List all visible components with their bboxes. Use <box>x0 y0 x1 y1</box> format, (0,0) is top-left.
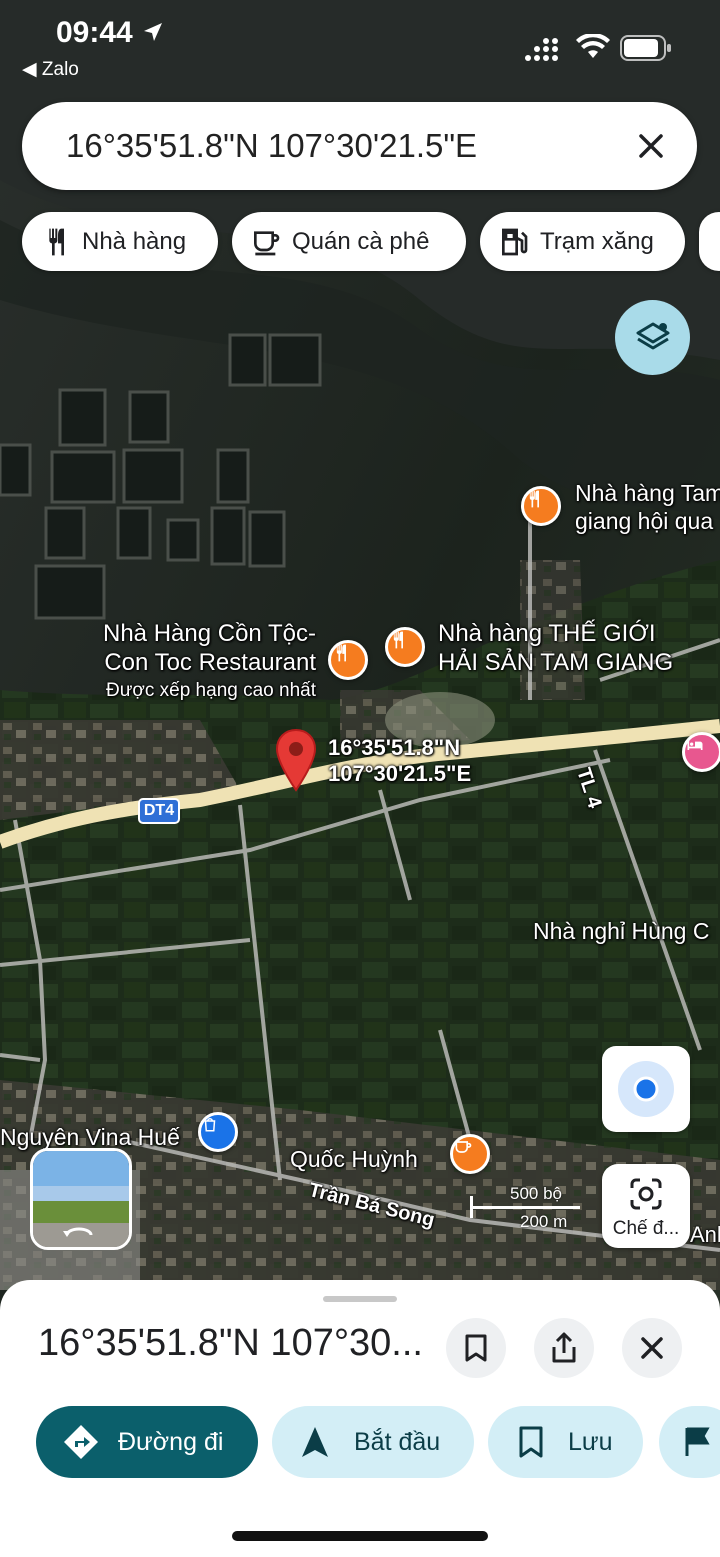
restaurant-marker-icon[interactable] <box>521 486 561 526</box>
chip-label: Quán cà phê <box>292 227 430 255</box>
battery-icon <box>620 35 671 61</box>
place-label-line: giang hội qua <box>575 507 714 534</box>
pin-label-line: 107°30'21.5"E <box>328 761 472 787</box>
place-rating-note: Được xếp hạng cao nhất <box>105 679 316 701</box>
chip-gas-station[interactable]: Trạm xăng <box>480 212 685 271</box>
road-shield-dt4: DT4 <box>138 798 180 824</box>
shopping-marker-icon[interactable] <box>198 1112 238 1152</box>
place-label[interactable]: Nhà nghỉ Hùng C <box>533 918 709 946</box>
location-arrow-icon <box>144 23 163 41</box>
layers-icon <box>636 322 669 349</box>
place-label-line: HẢI SẢN TAM GIANG <box>438 648 674 676</box>
layers-button[interactable] <box>615 300 690 375</box>
start-button[interactable]: Bắt đầu <box>272 1406 474 1478</box>
restaurant-icon <box>49 228 64 255</box>
action-label: Lưu <box>568 1427 613 1456</box>
cafe-marker-icon[interactable] <box>450 1134 490 1174</box>
pin-label-line: 16°35'51.8"N <box>328 735 461 760</box>
back-to-app[interactable]: ◀ Zalo <box>22 58 79 81</box>
restaurant-marker-icon[interactable] <box>385 627 425 667</box>
status-time: 09:44 <box>56 16 165 50</box>
my-location-icon <box>618 1061 674 1117</box>
save-button[interactable]: Lưu <box>488 1406 643 1478</box>
home-indicator[interactable] <box>232 1531 488 1541</box>
hotel-marker-icon[interactable] <box>682 732 720 772</box>
place-label-line: Nhà hàng THẾ GIỚI <box>438 620 656 647</box>
wifi-icon <box>576 34 610 58</box>
more-actions-button[interactable] <box>659 1406 720 1478</box>
flag-icon <box>685 1427 710 1456</box>
chip-label: Nhà hàng <box>82 227 187 255</box>
action-label: Bắt đầu <box>354 1427 441 1456</box>
save-bookmark-button[interactable] <box>446 1318 506 1378</box>
back-app-label: Zalo <box>41 59 79 80</box>
pin-coordinates-label: 16°35'51.8"N 107°30'21.5"E <box>328 735 471 788</box>
coffee-icon <box>254 230 280 255</box>
chip-more[interactable] <box>699 212 720 271</box>
restaurant-marker-icon[interactable] <box>328 640 368 680</box>
place-label[interactable]: Anh <box>690 1222 720 1248</box>
bookmark-icon <box>519 1426 543 1458</box>
street-view-thumbnail[interactable] <box>30 1148 132 1250</box>
navigation-icon <box>302 1427 328 1457</box>
place-label[interactable]: Nhà Hàng Cồn Tộc- Con Toc Restaurant Đượ… <box>84 620 316 702</box>
place-label[interactable]: Quốc Huỳnh <box>290 1146 418 1174</box>
signal-icon <box>525 38 558 61</box>
camera-lens-icon <box>630 1178 662 1210</box>
street-view-preview <box>33 1151 129 1247</box>
place-label-line: Nhà Hàng Cồn Tộc- <box>103 620 316 647</box>
chip-label: Trạm xăng <box>540 227 654 255</box>
place-details-sheet[interactable]: 16°35'51.8"N 107°30... Đường đi Bắt đầu … <box>0 1280 720 1557</box>
close-sheet-button[interactable] <box>622 1318 682 1378</box>
status-time-text: 09:44 <box>56 16 133 49</box>
gas-station-icon <box>502 228 528 255</box>
directions-button[interactable]: Đường đi <box>36 1406 258 1478</box>
sheet-drag-handle[interactable] <box>323 1296 397 1302</box>
place-label[interactable]: Nhà hàng Tam giang hội qua <box>575 480 720 535</box>
map-scale-bar: 500 bộ 200 m <box>470 1184 588 1232</box>
place-label-line: Con Toc Restaurant <box>104 648 316 676</box>
directions-icon <box>64 1425 98 1459</box>
back-triangle-icon: ◀ <box>22 59 37 80</box>
chip-restaurants[interactable]: Nhà hàng <box>22 212 218 271</box>
lens-mode-button[interactable]: Chế đ... <box>602 1164 690 1248</box>
bookmark-icon <box>465 1334 487 1362</box>
search-bar[interactable] <box>22 102 697 190</box>
place-label[interactable]: Nhà hàng THẾ GIỚI HẢI SẢN TAM GIANG <box>438 620 673 678</box>
share-icon <box>552 1332 576 1363</box>
chip-coffee[interactable]: Quán cà phê <box>232 212 466 271</box>
search-input[interactable] <box>66 122 606 170</box>
close-icon <box>641 1337 663 1359</box>
scale-imperial-label: 500 bộ <box>510 1184 562 1203</box>
clear-search-icon[interactable] <box>631 126 671 166</box>
action-label: Đường đi <box>118 1427 224 1456</box>
my-location-button[interactable] <box>602 1046 690 1132</box>
dropped-pin-icon[interactable] <box>274 728 318 794</box>
sheet-title: 16°35'51.8"N 107°30... <box>38 1322 423 1364</box>
scale-metric-label: 200 m <box>520 1212 568 1231</box>
share-button[interactable] <box>534 1318 594 1378</box>
lens-mode-label: Chế đ... <box>612 1218 680 1239</box>
place-label-line: Nhà hàng Tam <box>575 480 720 506</box>
